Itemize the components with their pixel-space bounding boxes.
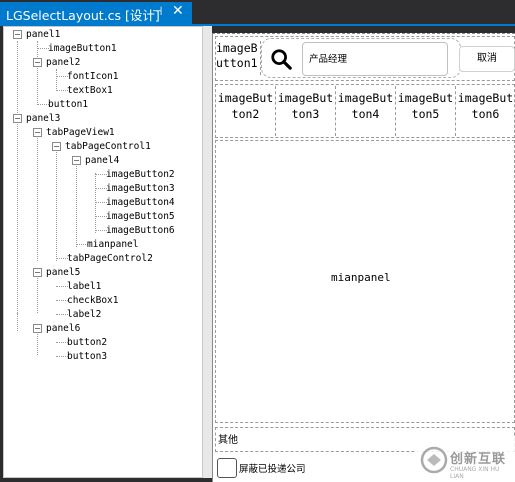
tree-node-fonticon1[interactable]: fontIcon1 [67,70,118,84]
image-button-1-label: imageB [216,41,258,55]
image-button-label: ton2 [231,107,260,121]
collapse-icon[interactable]: − [13,114,22,123]
image-button-label: imageBut [457,91,514,105]
tree-node-panel1[interactable]: panel1 [26,28,60,42]
collapse-icon[interactable]: − [33,324,42,333]
brand-logo-icon [420,446,448,474]
document-tab[interactable]: LGSelectLayout.cs [设计] ⊣ ✕ [0,2,192,24]
tree-node-imagebutton1[interactable]: imageButton1 [48,42,117,56]
image-button-3[interactable]: imageBut ton3 [276,86,336,136]
tree-node-button2[interactable]: button2 [67,336,107,350]
mianpanel-label: mianpanel [331,271,391,284]
image-button-1[interactable]: imageB utton1 [216,41,261,75]
watermark: 创新互联 CHUANG XIN HU LIAN [416,438,515,482]
designer-surface: imageB utton1 产品经理 取消 imageBut ton2 imag… [212,33,515,482]
image-button-label: imageBut [397,91,454,105]
watermark-subtext: CHUANG XIN HU LIAN [450,466,500,480]
tree-node-imagebutton6[interactable]: imageButton6 [106,224,175,238]
image-button-6[interactable]: imageBut ton6 [456,86,515,136]
cancel-button[interactable]: 取消 [459,46,515,72]
other-label-text: 其他 [218,435,238,446]
document-outline-tree: − − − − − − − − panel1 imageButton1 pane… [3,26,203,478]
close-icon[interactable]: ✕ [172,3,184,19]
tree-node-panel5[interactable]: panel5 [46,266,80,280]
tree-node-checkbox1[interactable]: checkBox1 [67,294,118,308]
tree-node-tabpagecontrol2[interactable]: tabPageControl2 [67,252,153,266]
image-button-label: ton5 [411,107,440,121]
tree-node-textbox1[interactable]: textBox1 [67,84,113,98]
collapse-icon[interactable]: − [13,30,22,39]
tree-node-button1[interactable]: button1 [48,98,88,112]
checkbox-label: 屏蔽已投递公司 [239,464,306,475]
tree-node-panel3[interactable]: panel3 [26,112,60,126]
image-button-label: ton6 [471,107,500,121]
tree-node-imagebutton4[interactable]: imageButton4 [106,196,175,210]
block-applied-companies-checkbox[interactable] [217,458,237,478]
image-button-2[interactable]: imageBut ton2 [216,86,276,136]
search-input[interactable]: 产品经理 [302,42,448,76]
tab-title: LGSelectLayout.cs [设计] [6,8,160,23]
tree-node-imagebutton3[interactable]: imageButton3 [106,182,175,196]
tree-node-panel6[interactable]: panel6 [46,322,80,336]
tree-node-label1[interactable]: label1 [67,280,101,294]
pin-icon[interactable]: ⊣ [152,4,162,18]
tree-node-imagebutton5[interactable]: imageButton5 [106,210,175,224]
image-button-1-label: utton1 [216,56,258,70]
panel2: 产品经理 [261,38,461,78]
image-button-label: ton4 [351,107,380,121]
image-button-5[interactable]: imageBut ton5 [396,86,456,136]
image-button-4[interactable]: imageBut ton4 [336,86,396,136]
tree-node-mianpanel[interactable]: mianpanel [87,238,138,252]
document-tab-strip: LGSelectLayout.cs [设计] ⊣ ✕ [0,0,515,24]
tree-node-tabpageview1[interactable]: tabPageView1 [46,126,115,140]
image-button-label: imageBut [217,91,274,105]
collapse-icon[interactable]: − [72,156,81,165]
watermark-text: 创新互联 [450,452,507,467]
image-button-label: imageBut [337,91,394,105]
tree-node-panel2[interactable]: panel2 [46,56,80,70]
tree-node-imagebutton2[interactable]: imageButton2 [106,168,175,182]
collapse-icon[interactable]: − [33,58,42,67]
collapse-icon[interactable]: − [33,268,42,277]
tree-node-panel4[interactable]: panel4 [85,154,119,168]
tree-node-tabpagecontrol1[interactable]: tabPageControl1 [65,140,151,154]
splitter[interactable] [203,26,212,478]
search-input-text: 产品经理 [309,54,348,65]
tree-node-button3[interactable]: button3 [67,350,107,364]
collapse-icon[interactable]: − [33,128,42,137]
collapse-icon[interactable]: − [52,142,61,151]
tree-node-label2[interactable]: label2 [67,308,101,322]
image-button-label: ton3 [291,107,320,121]
search-icon[interactable] [270,48,292,70]
image-button-label: imageBut [277,91,334,105]
